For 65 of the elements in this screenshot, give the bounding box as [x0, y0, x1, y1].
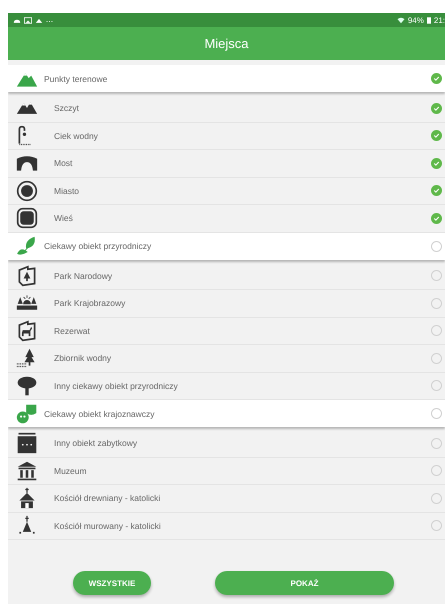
place-row[interactable]: Park Narodowy	[8, 262, 445, 290]
leaf-icon	[16, 235, 38, 257]
empty-circle-icon[interactable]	[431, 408, 442, 419]
place-label: Most	[54, 158, 74, 168]
checked-circle-icon[interactable]	[431, 73, 442, 84]
building-icon	[16, 432, 38, 454]
select-all-button[interactable]: WSZYSTKIE	[73, 571, 151, 595]
place-label: Miasto	[54, 186, 80, 196]
place-row[interactable]: Miasto	[8, 178, 445, 205]
place-label: Inny ciekawy obiekt przyrodniczy	[54, 380, 179, 391]
target-circle-icon	[16, 180, 38, 202]
place-row[interactable]: Kościół drewniany - katolicki	[8, 485, 445, 512]
category-label: Ciekawy obiekt krajoznawczy	[44, 408, 156, 418]
place-row[interactable]: Rezerwat	[8, 318, 445, 345]
empty-circle-icon[interactable]	[431, 352, 442, 364]
category-label: Punkty terenowe	[44, 74, 108, 84]
checked-circle-icon[interactable]	[431, 130, 442, 142]
show-button[interactable]: POKAŻ	[215, 571, 394, 595]
place-row[interactable]: Most	[8, 150, 445, 178]
place-label: Rezerwat	[54, 326, 91, 336]
empty-circle-icon[interactable]	[431, 298, 442, 309]
category-row[interactable]: Ciekawy obiekt przyrodniczy	[8, 232, 445, 260]
place-row[interactable]: Muzeum	[8, 458, 445, 485]
screen-title: Miejsca	[204, 36, 249, 51]
category-label: Ciekawy obiekt przyrodniczy	[44, 241, 152, 251]
place-label: Ciek wodny	[54, 130, 99, 141]
place-label: Muzeum	[54, 466, 88, 476]
empty-circle-icon[interactable]	[431, 438, 442, 449]
place-label: Zbiornik wodny	[54, 353, 112, 364]
wifi-icon	[396, 16, 405, 24]
empty-circle-icon[interactable]	[431, 240, 442, 252]
place-row[interactable]: Park Krajobrazowy	[8, 290, 445, 318]
empty-circle-icon[interactable]	[431, 520, 442, 532]
category-row[interactable]: Punkty terenowe	[8, 65, 445, 92]
clock: 21:	[434, 16, 445, 24]
place-label: Kościół drewniany - katolicki	[54, 493, 162, 504]
place-row[interactable]: Inny obiekt zabytkowy	[8, 430, 445, 458]
rounded-square-icon	[16, 207, 38, 230]
place-label: Inny obiekt zabytkowy	[54, 438, 138, 448]
place-row[interactable]: Zbiornik wodny	[8, 345, 445, 372]
empty-circle-icon[interactable]	[431, 465, 442, 476]
museum-icon	[16, 460, 38, 482]
checked-circle-icon[interactable]	[431, 158, 442, 169]
checked-circle-icon[interactable]	[431, 185, 442, 196]
empty-circle-icon[interactable]	[431, 380, 442, 392]
checked-circle-icon[interactable]	[431, 212, 442, 224]
checked-circle-icon[interactable]	[431, 102, 442, 114]
place-label: Kościół murowany - katolicki	[54, 520, 162, 531]
place-label: Park Narodowy	[54, 270, 114, 281]
image-icon	[24, 16, 32, 24]
battery-percent: 94%	[408, 16, 424, 24]
deer-emblem-icon	[16, 320, 38, 342]
place-label: Szczyt	[54, 103, 80, 114]
place-row[interactable]: Kościół murowany - katolicki	[8, 512, 445, 540]
tree-icon	[16, 374, 38, 397]
place-label: Wieś	[54, 213, 74, 224]
place-label: Park Krajobrazowy	[54, 298, 126, 308]
empty-circle-icon[interactable]	[431, 492, 442, 504]
empty-circle-icon[interactable]	[431, 270, 442, 282]
battery-icon	[426, 16, 431, 24]
empty-circle-icon[interactable]	[431, 325, 442, 336]
tree-emblem-icon	[16, 264, 38, 287]
place-row[interactable]: Szczyt	[8, 95, 445, 122]
place-row[interactable]: Ciek wodny	[8, 122, 445, 150]
category-row[interactable]: Ciekawy obiekt krajoznawczy	[8, 400, 445, 427]
